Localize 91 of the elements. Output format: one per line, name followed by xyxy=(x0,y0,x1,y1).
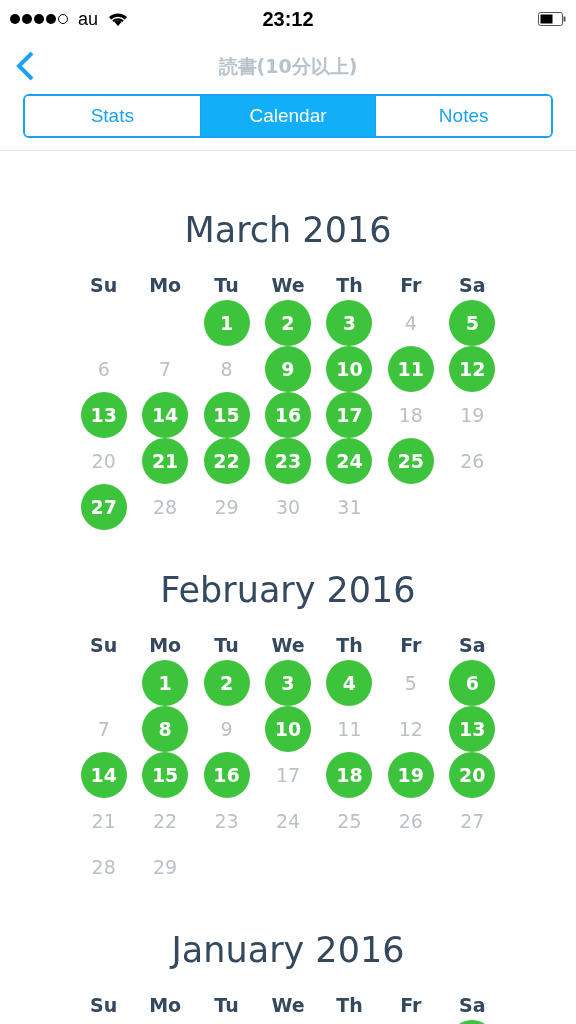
day-number[interactable]: 22 xyxy=(153,806,178,836)
weekday-label: Sa xyxy=(458,992,487,1018)
day-number[interactable]: 7 xyxy=(159,354,172,384)
wifi-icon xyxy=(108,11,129,27)
weekday-label: We xyxy=(270,992,306,1018)
weekday-label: Fr xyxy=(399,632,423,658)
weekday-label: We xyxy=(270,632,306,658)
weekday-label: Th xyxy=(335,992,364,1018)
completed-day[interactable]: 4 xyxy=(326,660,373,706)
day-number[interactable]: 28 xyxy=(153,492,178,522)
day-number[interactable]: 25 xyxy=(337,806,362,836)
completed-day[interactable]: 8 xyxy=(142,706,189,752)
weekday-label: Tu xyxy=(213,272,240,298)
day-number[interactable]: 30 xyxy=(275,492,301,522)
day-number[interactable]: 20 xyxy=(91,446,116,476)
completed-day[interactable]: 22 xyxy=(203,438,250,484)
weekday-label: Fr xyxy=(399,992,423,1018)
day-number[interactable]: 29 xyxy=(153,852,178,882)
completed-day[interactable]: 15 xyxy=(142,752,189,798)
battery-icon xyxy=(538,12,566,26)
completed-day[interactable]: 2 xyxy=(203,660,250,706)
completed-day[interactable]: 6 xyxy=(449,660,496,706)
weekday-label: Mo xyxy=(148,992,183,1018)
day-number[interactable]: 4 xyxy=(404,308,417,338)
weekday-label: Tu xyxy=(213,992,240,1018)
weekday-label: Th xyxy=(335,272,364,298)
day-number[interactable]: 29 xyxy=(214,492,239,522)
completed-day[interactable]: 21 xyxy=(142,438,189,484)
weekday-label: Su xyxy=(89,632,119,658)
completed-day[interactable]: 12 xyxy=(449,346,496,392)
completed-day[interactable]: 19 xyxy=(387,752,434,798)
weekday-label: We xyxy=(270,272,306,298)
completed-day[interactable]: 3 xyxy=(326,300,373,346)
completed-day[interactable]: 13 xyxy=(80,392,127,438)
day-number[interactable]: 11 xyxy=(337,714,362,744)
day-number[interactable]: 28 xyxy=(91,852,116,882)
day-number[interactable]: 23 xyxy=(214,806,239,836)
completed-day[interactable]: 14 xyxy=(142,392,189,438)
completed-day[interactable]: 20 xyxy=(449,752,496,798)
completed-day[interactable]: 9 xyxy=(265,346,311,392)
screen-title: 読書(10分以上) xyxy=(218,53,358,79)
day-number[interactable]: 5 xyxy=(404,668,417,698)
day-number[interactable]: 17 xyxy=(275,760,301,790)
day-number[interactable]: 18 xyxy=(398,400,423,430)
clock: 23:12 xyxy=(262,7,314,32)
weekday-label: Fr xyxy=(399,272,423,298)
weekday-label: Sa xyxy=(458,272,487,298)
day-number[interactable]: 12 xyxy=(398,714,423,744)
day-number[interactable]: 27 xyxy=(460,806,485,836)
day-number[interactable]: 31 xyxy=(337,492,362,522)
day-number[interactable]: 26 xyxy=(460,446,485,476)
completed-day[interactable]: 1 xyxy=(142,660,189,706)
weekday-label: Mo xyxy=(148,632,183,658)
month-title: March 2016 xyxy=(184,209,392,252)
weekday-label: Th xyxy=(335,632,364,658)
completed-day[interactable]: 24 xyxy=(326,438,373,484)
completed-day[interactable]: 23 xyxy=(265,438,311,484)
carrier-label: au xyxy=(78,7,99,31)
weekday-label: Su xyxy=(89,992,119,1018)
completed-day[interactable]: 1 xyxy=(203,300,250,346)
completed-day[interactable]: 5 xyxy=(449,300,496,346)
day-number[interactable]: 19 xyxy=(460,400,485,430)
weekday-label: Su xyxy=(89,272,119,298)
day-number[interactable]: 26 xyxy=(398,806,423,836)
day-number[interactable]: 6 xyxy=(97,354,110,384)
day-number[interactable]: 7 xyxy=(97,714,110,744)
completed-day[interactable]: 16 xyxy=(203,752,250,798)
completed-day[interactable]: 13 xyxy=(449,706,496,752)
completed-day[interactable]: 3 xyxy=(265,660,311,706)
month-title: January 2016 xyxy=(171,929,405,972)
completed-day[interactable]: 10 xyxy=(265,706,311,752)
month-title: February 2016 xyxy=(160,569,416,612)
segment-tab[interactable]: Calendar xyxy=(199,96,376,136)
completed-day[interactable]: 25 xyxy=(387,438,434,484)
completed-day[interactable]: 18 xyxy=(326,752,373,798)
completed-day[interactable]: 16 xyxy=(265,392,311,438)
completed-day[interactable]: 15 xyxy=(203,392,250,438)
day-number[interactable]: 9 xyxy=(220,714,233,744)
day-number[interactable]: 21 xyxy=(91,806,116,836)
weekday-label: Tu xyxy=(213,632,240,658)
completed-day[interactable]: 27 xyxy=(80,484,127,530)
completed-day[interactable]: 14 xyxy=(80,752,127,798)
segment-tab[interactable]: Notes xyxy=(375,96,551,136)
completed-day[interactable]: 17 xyxy=(326,392,373,438)
weekday-label: Mo xyxy=(148,272,183,298)
completed-day[interactable]: 10 xyxy=(326,346,373,392)
day-number[interactable]: 24 xyxy=(275,806,301,836)
day-number[interactable]: 8 xyxy=(220,354,233,384)
weekday-label: Sa xyxy=(458,632,487,658)
completed-day[interactable]: 2 xyxy=(265,300,311,346)
completed-day[interactable]: 11 xyxy=(387,346,434,392)
